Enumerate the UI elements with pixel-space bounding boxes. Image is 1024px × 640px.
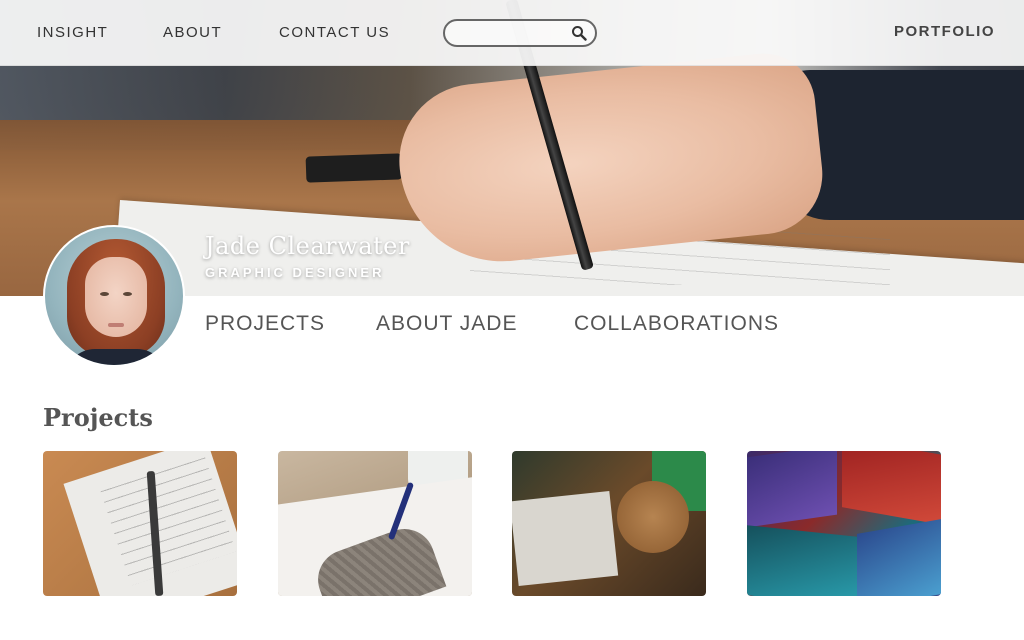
profile-role: GRAPHIC DESIGNER bbox=[205, 265, 385, 280]
project-thumbnail-1[interactable] bbox=[43, 451, 237, 596]
search-icon[interactable] bbox=[571, 25, 587, 41]
tab-projects[interactable]: PROJECTS bbox=[205, 312, 325, 336]
project-thumbnail-3[interactable] bbox=[512, 451, 706, 596]
search-input[interactable] bbox=[455, 24, 565, 42]
nav-link-about[interactable]: ABOUT bbox=[163, 24, 222, 41]
project-thumbnail-2[interactable] bbox=[278, 451, 472, 596]
tab-collaborations[interactable]: COLLABORATIONS bbox=[574, 312, 779, 336]
nav-link-contact-us[interactable]: CONTACT US bbox=[279, 24, 390, 41]
projects-section-title: Projects bbox=[43, 403, 153, 432]
avatar bbox=[43, 225, 185, 367]
tab-about-jade[interactable]: ABOUT JADE bbox=[376, 312, 517, 336]
brand-portfolio[interactable]: PORTFOLIO bbox=[894, 23, 995, 40]
search-box bbox=[443, 19, 597, 47]
nav-link-insight[interactable]: INSIGHT bbox=[37, 24, 108, 41]
top-navigation: INSIGHT ABOUT CONTACT US PORTFOLIO bbox=[0, 0, 1024, 66]
hero-phone bbox=[305, 153, 403, 183]
project-thumbnail-4[interactable] bbox=[747, 451, 941, 596]
profile-name: Jade Clearwater bbox=[205, 232, 410, 260]
